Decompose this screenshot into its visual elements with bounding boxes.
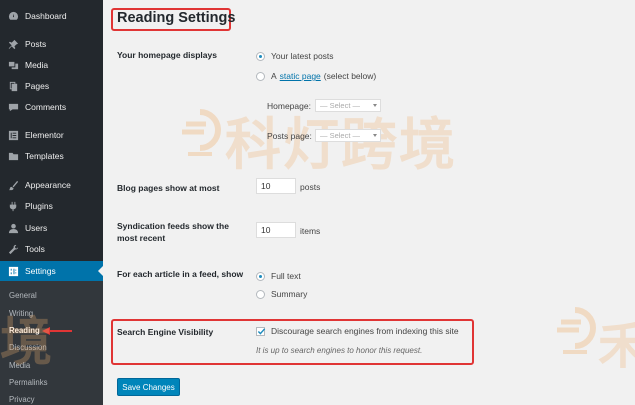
static-page-link[interactable]: static page xyxy=(280,71,321,81)
menu-label: Pages xyxy=(25,81,50,91)
submenu-item-writing[interactable]: Writing xyxy=(9,309,33,318)
save-changes-button[interactable]: Save Changes xyxy=(117,378,180,396)
dashboard-icon xyxy=(7,10,19,22)
pin-icon xyxy=(7,38,19,50)
menu-label: Comments xyxy=(25,102,67,112)
radio-full-text[interactable] xyxy=(256,271,265,281)
menu-label: Users xyxy=(25,223,48,233)
seo-description: It is up to search engines to honor this… xyxy=(256,346,423,355)
wrench-icon xyxy=(7,243,19,255)
postspage-select-label: Posts page: xyxy=(267,131,312,141)
menu-item-settings[interactable]: Settings xyxy=(0,261,103,281)
settings-icon xyxy=(7,265,19,277)
brush-icon xyxy=(7,179,19,191)
menu-label: Posts xyxy=(25,39,47,49)
watermark-logo-icon xyxy=(178,108,222,164)
homepage-select-label: Homepage: xyxy=(267,101,311,111)
seo-label: Search Engine Visibility xyxy=(117,327,214,337)
menu-item-posts[interactable]: Posts xyxy=(0,34,103,54)
menu-item-pages[interactable]: Pages xyxy=(0,76,103,96)
menu-label: Settings xyxy=(25,266,56,276)
user-icon xyxy=(7,222,19,234)
homepage-select-value: — Select — xyxy=(320,101,361,110)
menu-item-dashboard[interactable]: Dashboard xyxy=(0,6,103,26)
syndication-input[interactable]: 10 xyxy=(256,222,296,238)
chevron-down-icon xyxy=(373,134,377,137)
menu-label: Plugins xyxy=(25,201,53,211)
radio-static-page[interactable] xyxy=(256,71,265,81)
homepage-displays-label: Your homepage displays xyxy=(117,50,217,60)
elementor-icon xyxy=(7,129,19,141)
option-latest-posts[interactable]: Your latest posts xyxy=(256,51,334,61)
menu-label: Elementor xyxy=(25,130,64,140)
option-summary-label: Summary xyxy=(271,289,308,299)
option-static-prefix: A xyxy=(271,71,277,81)
watermark-logo-right-icon xyxy=(553,306,597,362)
chevron-down-icon xyxy=(373,104,377,107)
blog-pages-label: Blog pages show at most xyxy=(117,183,220,193)
menu-item-appearance[interactable]: Appearance xyxy=(0,175,103,195)
menu-item-tools[interactable]: Tools xyxy=(0,239,103,259)
option-static-suffix: (select below) xyxy=(323,71,377,81)
menu-label: Templates xyxy=(25,151,64,161)
option-full-text-label: Full text xyxy=(271,271,301,281)
menu-item-users[interactable]: Users xyxy=(0,218,103,238)
menu-item-media[interactable]: Media xyxy=(0,55,103,75)
blog-pages-input[interactable]: 10 xyxy=(256,178,296,194)
menu-label: Dashboard xyxy=(25,11,67,21)
option-full-text[interactable]: Full text xyxy=(256,271,301,281)
menu-label: Tools xyxy=(25,244,45,254)
plugin-icon xyxy=(7,200,19,212)
page-title: Reading Settings xyxy=(117,10,236,26)
admin-sidebar: Dashboard Posts Media Pages Comments Ele… xyxy=(0,0,103,405)
checkmark-icon xyxy=(257,327,266,335)
option-latest-posts-label: Your latest posts xyxy=(271,51,334,61)
menu-item-templates[interactable]: Templates xyxy=(0,146,103,166)
homepage-select[interactable]: — Select — xyxy=(315,99,381,112)
media-icon xyxy=(7,59,19,71)
menu-label: Appearance xyxy=(25,180,71,190)
submenu-item-permalinks[interactable]: Permalinks xyxy=(9,378,48,387)
submenu-item-discussion[interactable]: Discussion xyxy=(9,343,47,352)
option-static-page[interactable]: A static page (select below) xyxy=(256,71,376,81)
settings-submenu: General Writing Reading Discussion Media… xyxy=(0,281,103,405)
submenu-item-reading[interactable]: Reading xyxy=(9,326,40,335)
pages-icon xyxy=(7,80,19,92)
seo-checkbox-label: Discourage search engines from indexing … xyxy=(271,326,459,336)
comments-icon xyxy=(7,101,19,113)
option-summary[interactable]: Summary xyxy=(256,289,307,299)
syndication-label: Syndication feeds show the most recent xyxy=(117,221,229,243)
menu-item-plugins[interactable]: Plugins xyxy=(0,196,103,216)
postspage-select[interactable]: — Select — xyxy=(315,129,381,142)
watermark-text-right: 禾 xyxy=(598,318,635,374)
menu-label: Media xyxy=(25,60,49,70)
seo-option[interactable]: Discourage search engines from indexing … xyxy=(256,326,459,336)
submenu-item-media[interactable]: Media xyxy=(9,361,30,370)
syndication-unit: items xyxy=(300,226,321,236)
menu-item-comments[interactable]: Comments xyxy=(0,97,103,117)
submenu-item-privacy[interactable]: Privacy xyxy=(9,395,35,404)
seo-checkbox[interactable] xyxy=(256,326,266,336)
annotation-arrow-icon xyxy=(42,327,72,335)
active-indicator xyxy=(98,266,103,276)
radio-latest-posts[interactable] xyxy=(256,51,265,61)
folder-icon xyxy=(7,150,19,162)
menu-item-elementor[interactable]: Elementor xyxy=(0,125,103,145)
submenu-item-general[interactable]: General xyxy=(9,291,37,300)
feed-article-label: For each article in a feed, show xyxy=(117,269,244,279)
postspage-select-value: — Select — xyxy=(320,131,361,140)
radio-summary[interactable] xyxy=(256,289,265,299)
blog-pages-unit: posts xyxy=(300,182,321,192)
